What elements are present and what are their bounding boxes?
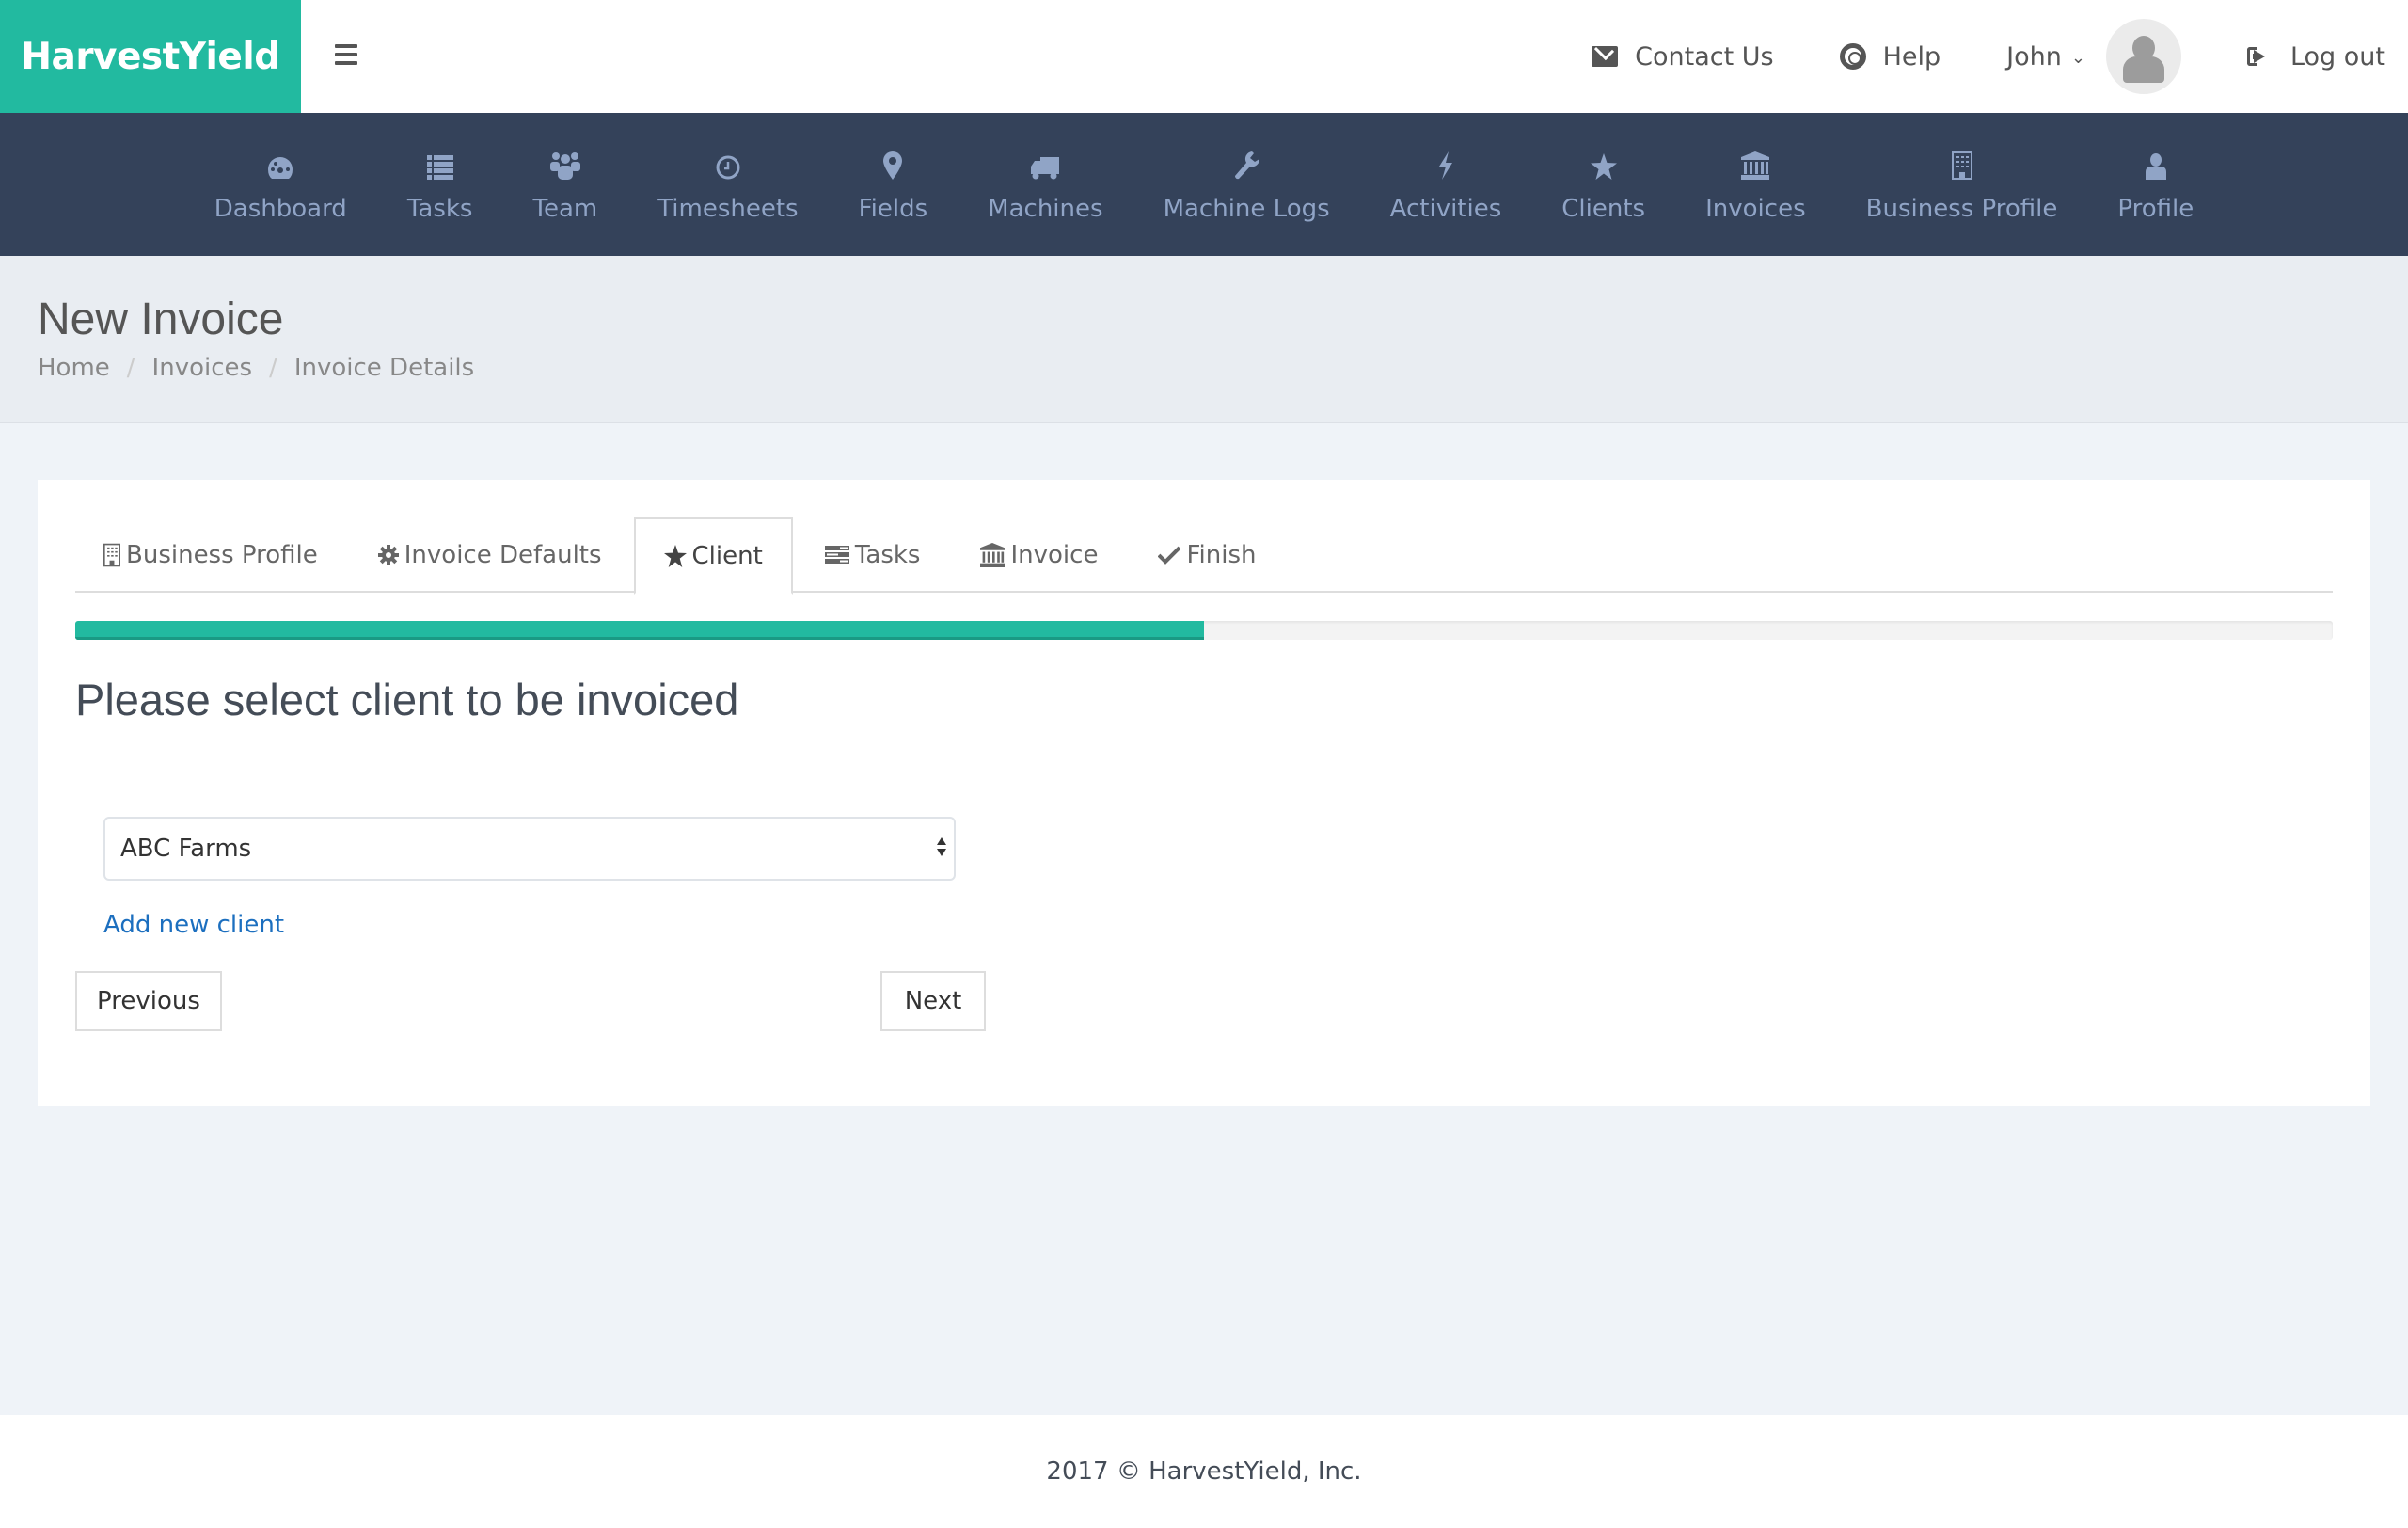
user-icon: [2145, 146, 2166, 180]
nav-item-activities[interactable]: Activities: [1360, 113, 1532, 256]
check-icon: [1158, 546, 1181, 565]
building-icon: [103, 543, 120, 567]
next-button[interactable]: Next: [880, 971, 986, 1031]
nav-item-invoices[interactable]: Invoices: [1675, 113, 1836, 256]
client-select[interactable]: ABC Farms: [103, 817, 956, 881]
logout-label: Log out: [2289, 41, 2385, 72]
gear-icon: [377, 545, 399, 565]
truck-icon: [1031, 146, 1060, 180]
chevron-down-icon: ⌄: [2070, 47, 2085, 68]
breadcrumb-separator: /: [269, 354, 277, 382]
copyright-text: 2017 © HarvestYield, Inc.: [1046, 1457, 1362, 1486]
tab-label: Client: [691, 542, 763, 570]
breadcrumb-separator: /: [126, 354, 135, 382]
nav-label: Machines: [988, 195, 1103, 223]
nav-label: Team: [532, 195, 598, 223]
star-icon: [1590, 146, 1617, 180]
help-link[interactable]: Help: [1839, 41, 1941, 72]
tab-client[interactable]: Client: [633, 517, 793, 595]
users-icon: [549, 146, 580, 180]
progress-fill: [75, 621, 1204, 640]
nav-label: Dashboard: [214, 195, 347, 223]
bolt-icon: [1437, 146, 1454, 180]
page-header: New Invoice Home / Invoices / Invoice De…: [0, 256, 2408, 423]
tab-label: Invoice: [1010, 541, 1099, 569]
section-title: Please select client to be invoiced: [75, 675, 739, 724]
avatar[interactable]: [2105, 19, 2181, 94]
breadcrumb-home[interactable]: Home: [38, 354, 110, 382]
help-label: Help: [1882, 41, 1941, 72]
nav-item-machines[interactable]: Machines: [958, 113, 1133, 256]
nav-label: Machine Logs: [1163, 195, 1330, 223]
breadcrumb-current: Invoice Details: [293, 354, 475, 382]
main-nav: Dashboard Tasks Team Timesheets Fields M…: [0, 113, 2408, 256]
map-marker-icon: [883, 146, 903, 180]
list-icon: [426, 146, 453, 180]
sign-out-icon: [2246, 47, 2268, 66]
nav-item-fields[interactable]: Fields: [829, 113, 958, 256]
brand-logo[interactable]: HarvestYield: [0, 0, 301, 113]
logout-link[interactable]: Log out: [2246, 41, 2385, 72]
tab-label: Invoice Defaults: [404, 541, 602, 569]
envelope-icon: [1592, 46, 1619, 67]
nav-label: Profile: [2117, 195, 2194, 223]
wizard-card: Business Profile Invoice Defaults Client…: [38, 480, 2370, 1106]
lifebuoy-icon: [1839, 43, 1866, 70]
nav-label: Activities: [1389, 195, 1502, 223]
hamburger-icon[interactable]: [335, 44, 357, 65]
nav-label: Tasks: [406, 195, 473, 223]
user-name: John: [2006, 41, 2062, 72]
tab-finish[interactable]: Finish: [1130, 517, 1284, 593]
tab-label: Tasks: [854, 541, 921, 569]
nav-item-dashboard[interactable]: Dashboard: [184, 113, 377, 256]
page-title: New Invoice: [38, 294, 284, 344]
add-new-client-link[interactable]: Add new client: [103, 911, 284, 939]
dashboard-icon: [266, 146, 294, 180]
contact-us-link[interactable]: Contact Us: [1592, 41, 1774, 72]
tab-label: Finish: [1186, 541, 1257, 569]
nav-label: Clients: [1561, 195, 1646, 223]
clock-icon: [716, 146, 740, 180]
top-bar: HarvestYield Contact Us Help John ⌄ Log …: [0, 0, 2408, 113]
top-right-menu: Contact Us Help John ⌄ Log out: [1526, 0, 2385, 113]
nav-label: Fields: [858, 195, 928, 223]
building-icon: [1951, 146, 1972, 180]
tab-invoice[interactable]: Invoice: [952, 517, 1126, 593]
bank-icon: [980, 543, 1006, 567]
nav-item-tasks[interactable]: Tasks: [377, 113, 503, 256]
wizard-tabs: Business Profile Invoice Defaults Client…: [75, 517, 2333, 595]
nav-item-profile[interactable]: Profile: [2087, 113, 2224, 256]
tab-business-profile[interactable]: Business Profile: [75, 517, 346, 593]
nav-item-team[interactable]: Team: [502, 113, 627, 256]
breadcrumb: Home / Invoices / Invoice Details: [38, 354, 474, 382]
footer: 2017 © HarvestYield, Inc.: [0, 1415, 2408, 1528]
select-arrows-icon: [937, 837, 946, 856]
contact-us-label: Contact Us: [1635, 41, 1774, 72]
nav-item-timesheets[interactable]: Timesheets: [627, 113, 828, 256]
wrench-icon: [1233, 146, 1260, 180]
user-menu[interactable]: John ⌄: [2006, 19, 2181, 94]
nav-item-business-profile[interactable]: Business Profile: [1836, 113, 2088, 256]
breadcrumb-invoices[interactable]: Invoices: [152, 354, 253, 382]
wizard-progress-bar: [75, 621, 2333, 640]
tab-tasks[interactable]: Tasks: [797, 517, 949, 593]
nav-item-machine-logs[interactable]: Machine Logs: [1133, 113, 1360, 256]
previous-button[interactable]: Previous: [75, 971, 222, 1031]
client-select-value: ABC Farms: [120, 835, 252, 863]
tab-label: Business Profile: [126, 541, 318, 569]
nav-label: Business Profile: [1865, 195, 2058, 223]
tab-invoice-defaults[interactable]: Invoice Defaults: [350, 517, 630, 593]
tasks-icon: [824, 546, 849, 565]
bank-icon: [1741, 146, 1770, 180]
nav-label: Invoices: [1705, 195, 1806, 223]
star-icon: [663, 545, 687, 567]
nav-label: Timesheets: [657, 195, 799, 223]
nav-item-clients[interactable]: Clients: [1531, 113, 1675, 256]
